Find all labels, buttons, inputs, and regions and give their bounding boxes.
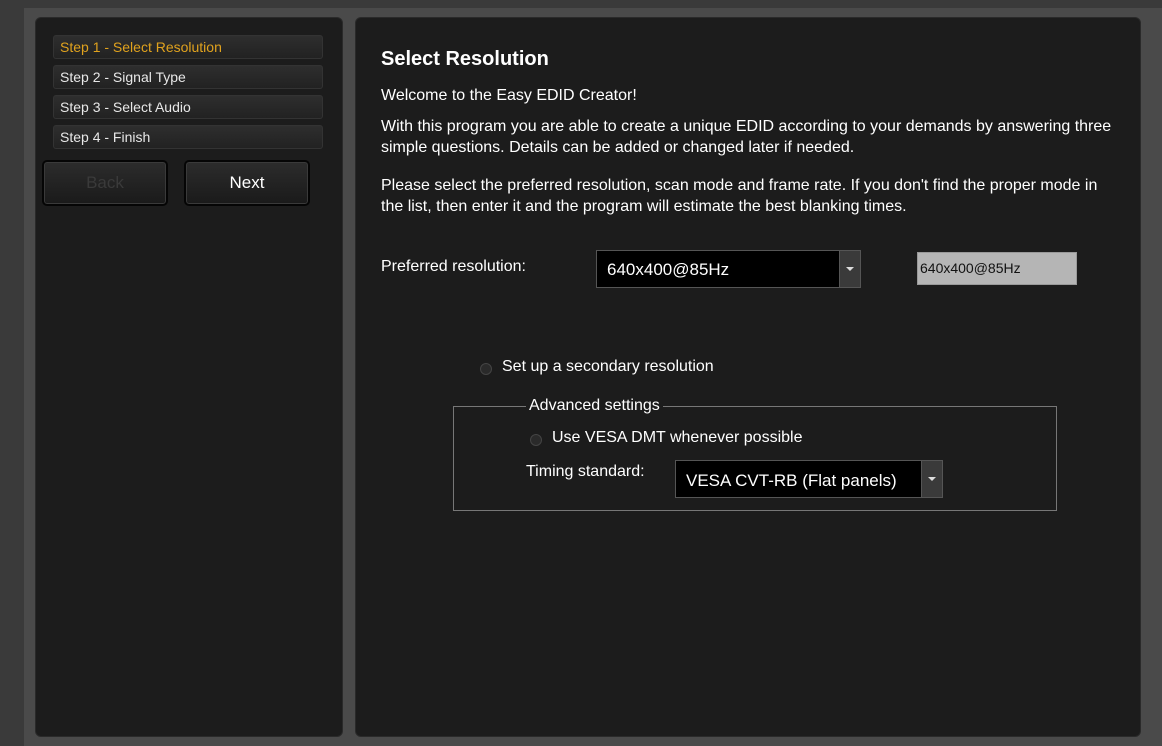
preferred-resolution-value: 640x400@85Hz [607, 260, 730, 279]
secondary-resolution-checkbox[interactable] [480, 363, 492, 375]
advanced-settings-legend: Advanced settings [526, 397, 663, 415]
timing-standard-value: VESA CVT-RB (Flat panels) [686, 471, 897, 490]
step-select-audio[interactable]: Step 3 - Select Audio [53, 95, 323, 119]
welcome-text: Welcome to the Easy EDID Creator! [381, 87, 637, 104]
back-button[interactable]: Back [42, 160, 168, 206]
preferred-resolution-label: Preferred resolution: [381, 258, 526, 275]
step-finish[interactable]: Step 4 - Finish [53, 125, 323, 149]
step-select-resolution[interactable]: Step 1 - Select Resolution [53, 35, 323, 59]
instructions-text: Please select the preferred resolution, … [381, 177, 1098, 215]
preferred-resolution-select[interactable]: 640x400@85Hz [596, 250, 861, 288]
page-title: Select Resolution [381, 48, 549, 70]
timing-standard-label: Timing standard: [526, 463, 645, 480]
timing-standard-select[interactable]: VESA CVT-RB (Flat panels) [675, 460, 943, 498]
intro-text: With this program you are able to create… [381, 118, 1112, 156]
step-signal-type[interactable]: Step 2 - Signal Type [53, 65, 323, 89]
chevron-down-icon[interactable] [921, 461, 942, 497]
chevron-down-icon[interactable] [839, 251, 860, 287]
next-button[interactable]: Next [184, 160, 310, 206]
preferred-resolution-entry[interactable]: 640x400@85Hz [917, 252, 1077, 285]
vesa-dmt-checkbox[interactable] [530, 434, 542, 446]
secondary-resolution-label: Set up a secondary resolution [502, 358, 714, 375]
vesa-dmt-label: Use VESA DMT whenever possible [552, 429, 803, 446]
